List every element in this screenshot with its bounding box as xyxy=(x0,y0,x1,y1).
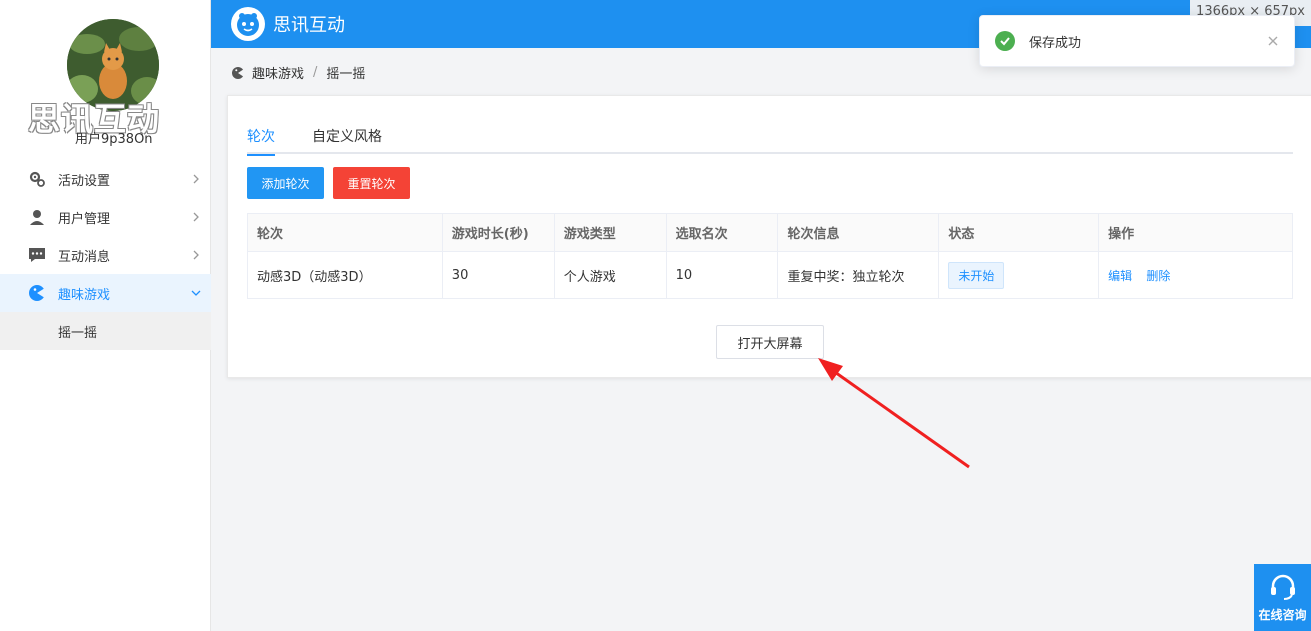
sidebar-item-label: 用户管理 xyxy=(58,211,111,227)
column-header: 游戏时长(秒) xyxy=(441,213,555,252)
breadcrumb-parent[interactable]: 趣味游戏 xyxy=(252,63,304,82)
sidebar-item-user-management[interactable]: 用户管理 xyxy=(0,198,211,236)
sidebar-item-label: 趣味游戏 xyxy=(58,287,111,303)
cell-rank: 10 xyxy=(665,251,779,299)
cell-info: 重复中奖：独立轮次 xyxy=(777,251,940,299)
game-icon xyxy=(28,284,46,302)
sidebar-item-label: 活动设置 xyxy=(58,173,111,189)
breadcrumb-separator: / xyxy=(313,65,318,80)
tab-bar: 轮次 自定义风格 xyxy=(247,126,1293,156)
success-toast: 保存成功 xyxy=(979,15,1295,67)
column-header: 选取名次 xyxy=(665,213,779,252)
sidebar: 思讯互动 用户9p38On 活动设置 用户管理 互动消息 趣味游戏 摇一摇 xyxy=(0,0,211,631)
close-icon[interactable] xyxy=(1266,34,1280,48)
content-card: 轮次 自定义风格 添加轮次 重置轮次 轮次 游戏时长(秒) 游戏类型 选取名次 … xyxy=(227,95,1311,378)
username: 用户9p38On xyxy=(75,132,153,147)
cell-type: 个人游戏 xyxy=(553,251,667,299)
brand-logo-icon[interactable] xyxy=(231,7,265,41)
online-consult-button[interactable]: 在线咨询 xyxy=(1254,564,1311,631)
check-circle-icon xyxy=(995,31,1015,51)
column-header: 操作 xyxy=(1098,213,1293,252)
column-header: 轮次 xyxy=(247,213,443,252)
column-header: 轮次信息 xyxy=(777,213,940,252)
add-round-button[interactable]: 添加轮次 xyxy=(247,167,324,199)
cell-actions: 编辑 删除 xyxy=(1098,251,1293,299)
online-consult-label: 在线咨询 xyxy=(1258,608,1307,622)
sidebar-item-activity-settings[interactable]: 活动设置 xyxy=(0,160,211,198)
column-header: 状态 xyxy=(938,213,1100,252)
rounds-table: 轮次 游戏时长(秒) 游戏类型 选取名次 轮次信息 状态 操作 动感3D（动感3… xyxy=(247,213,1293,299)
open-big-screen-button[interactable]: 打开大屏幕 xyxy=(716,325,824,359)
column-header: 游戏类型 xyxy=(553,213,667,252)
sidebar-subitem-shake[interactable]: 摇一摇 xyxy=(0,312,211,350)
breadcrumb-current: 摇一摇 xyxy=(326,67,366,82)
chevron-right-icon xyxy=(193,212,199,222)
game-icon xyxy=(232,66,244,79)
edit-link[interactable]: 编辑 xyxy=(1108,269,1132,283)
sidebar-item-messages[interactable]: 互动消息 xyxy=(0,236,211,274)
sidebar-item-label: 互动消息 xyxy=(58,249,111,265)
sidebar-item-fun-games[interactable]: 趣味游戏 xyxy=(0,274,211,312)
toast-message: 保存成功 xyxy=(1029,35,1082,51)
status-badge: 未开始 xyxy=(948,261,1005,289)
reset-round-button[interactable]: 重置轮次 xyxy=(333,167,410,199)
table-header-row: 轮次 游戏时长(秒) 游戏类型 选取名次 轮次信息 状态 操作 xyxy=(247,213,1293,252)
tab-rounds[interactable]: 轮次 xyxy=(247,126,275,156)
sidebar-subitem-label: 摇一摇 xyxy=(58,325,98,341)
tab-custom-style[interactable]: 自定义风格 xyxy=(312,126,382,154)
chevron-down-icon xyxy=(191,290,201,296)
cell-duration: 30 xyxy=(441,251,555,299)
chevron-right-icon xyxy=(193,174,199,184)
user-icon xyxy=(28,208,46,226)
gears-icon xyxy=(28,170,46,188)
sidebar-menu: 活动设置 用户管理 互动消息 趣味游戏 摇一摇 xyxy=(0,160,211,350)
cell-round: 动感3D（动感3D） xyxy=(247,251,443,299)
message-icon xyxy=(28,246,46,264)
delete-link[interactable]: 删除 xyxy=(1146,269,1170,283)
cell-status: 未开始 xyxy=(938,251,1100,299)
breadcrumb: 趣味游戏 / 摇一摇 xyxy=(231,63,365,82)
chevron-right-icon xyxy=(193,250,199,260)
table-row: 动感3D（动感3D） 30 个人游戏 10 重复中奖：独立轮次 未开始 编辑 删… xyxy=(247,251,1293,299)
headset-icon xyxy=(1270,574,1295,600)
brand-title: 思讯互动 xyxy=(273,15,345,36)
